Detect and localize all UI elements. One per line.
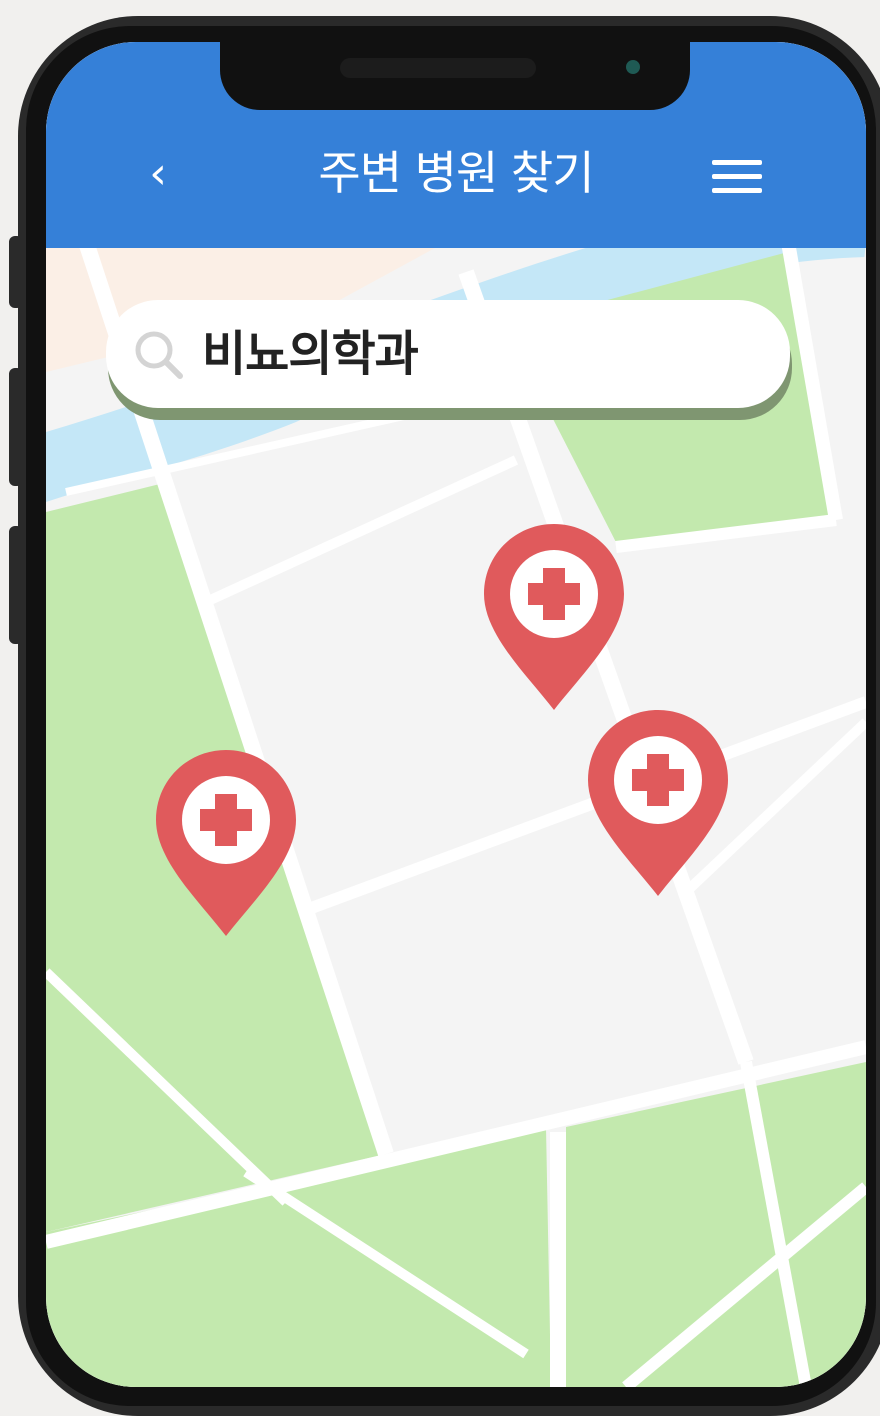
phone-notch [220, 42, 690, 110]
mute-switch [9, 236, 23, 308]
hospital-marker-1[interactable] [482, 524, 626, 714]
menu-button[interactable] [712, 156, 764, 196]
volume-up-button [9, 368, 23, 486]
hospital-marker-2[interactable] [586, 710, 730, 900]
hospital-marker-3[interactable] [154, 750, 298, 940]
front-camera [626, 60, 640, 74]
volume-down-button [9, 526, 23, 644]
menu-icon-bar [712, 188, 762, 193]
menu-icon-bar [712, 174, 762, 179]
chevron-left-icon: ‹ [149, 148, 167, 199]
page-title: 주변 병원 찾기 [318, 146, 594, 200]
search-input[interactable]: 비뇨의학과 [106, 300, 790, 408]
hamburger-menu-icon [712, 160, 762, 165]
search-value: 비뇨의학과 [202, 326, 419, 382]
earpiece-speaker [340, 58, 536, 78]
phone-screen: ‹ 주변 병원 찾기 비뇨의학과 [46, 42, 866, 1387]
search-icon [135, 331, 183, 379]
back-button[interactable]: ‹ [138, 152, 178, 196]
